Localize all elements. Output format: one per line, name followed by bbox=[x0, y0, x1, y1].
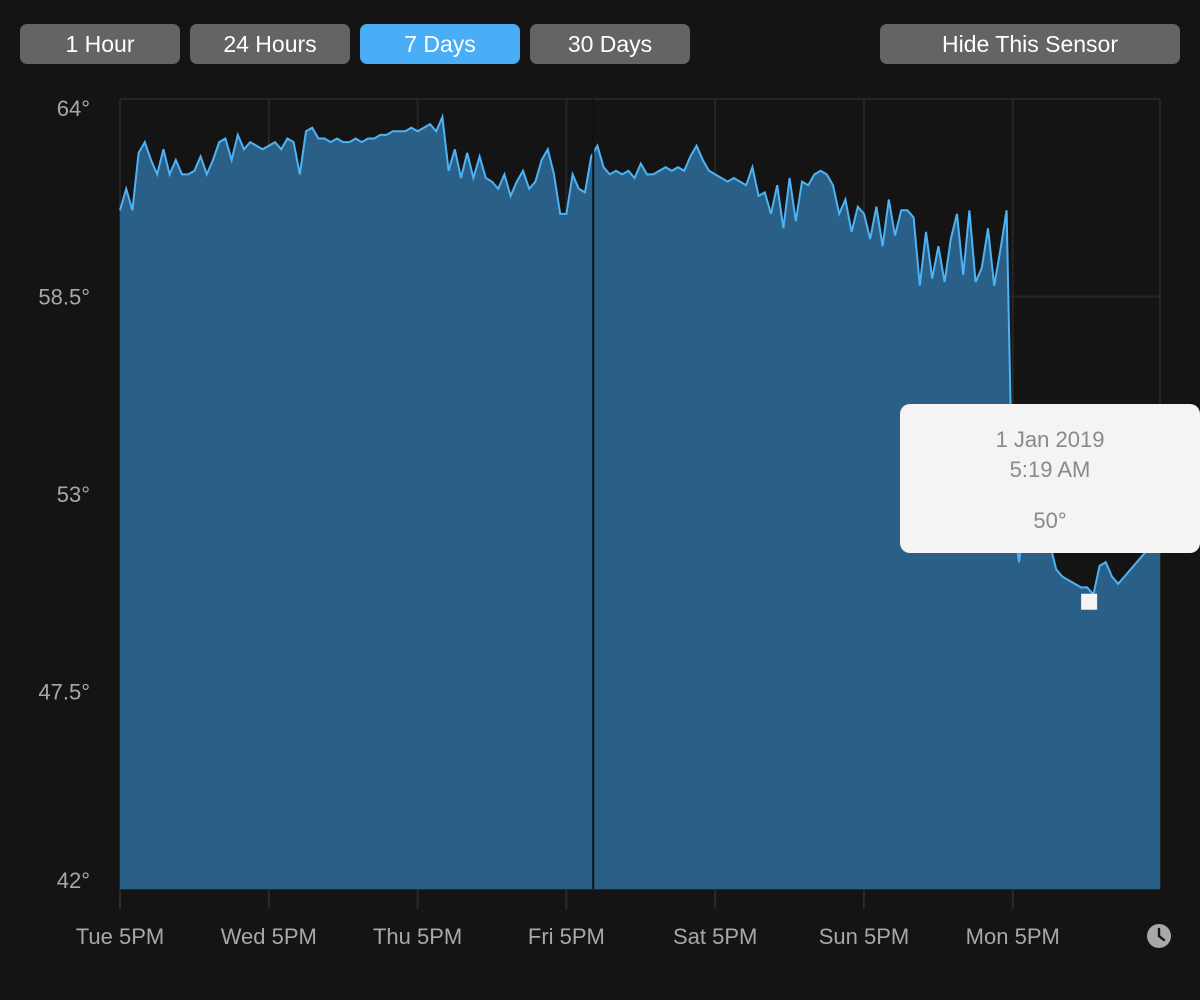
range-24-hours-button[interactable]: 24 Hours bbox=[190, 24, 350, 64]
range-30-days-button[interactable]: 30 Days bbox=[530, 24, 690, 64]
y-tick-label: 64° bbox=[57, 96, 90, 121]
hover-point-marker bbox=[1081, 593, 1098, 610]
range-1-hour-button[interactable]: 1 Hour bbox=[20, 24, 180, 64]
x-axis: Tue 5PM Wed 5PM Thu 5PM Fri 5PM Sat 5PM Sun 5… bbox=[76, 889, 1060, 949]
x-tick-label: Tue 5PM bbox=[76, 924, 164, 949]
clock-icon[interactable] bbox=[1147, 924, 1171, 948]
x-tick-label: Sat 5PM bbox=[673, 924, 757, 949]
x-tick-label: Sun 5PM bbox=[819, 924, 910, 949]
y-tick-label: 53° bbox=[57, 482, 90, 507]
tooltip-date: 1 Jan 2019 bbox=[995, 427, 1105, 452]
y-tick-label: 42° bbox=[57, 868, 90, 893]
x-tick-label: Fri 5PM bbox=[528, 924, 605, 949]
tooltip-value: 50° bbox=[1033, 508, 1067, 533]
y-tick-label: 58.5° bbox=[38, 285, 90, 310]
tooltip-time: 5:19 AM bbox=[1009, 457, 1091, 482]
x-tick-label: Thu 5PM bbox=[373, 924, 462, 949]
x-tick-label: Wed 5PM bbox=[221, 924, 317, 949]
hide-sensor-button[interactable]: Hide This Sensor bbox=[880, 24, 1180, 64]
tooltip: 1 Jan 2019 5:19 AM 50° bbox=[900, 404, 1200, 553]
range-7-days-button[interactable]: 7 Days bbox=[360, 24, 520, 64]
y-tick-label: 47.5° bbox=[38, 680, 90, 705]
x-tick-label: Mon 5PM bbox=[966, 924, 1060, 949]
y-axis: 64° 58.5° 53° 47.5° 42° bbox=[38, 96, 90, 893]
